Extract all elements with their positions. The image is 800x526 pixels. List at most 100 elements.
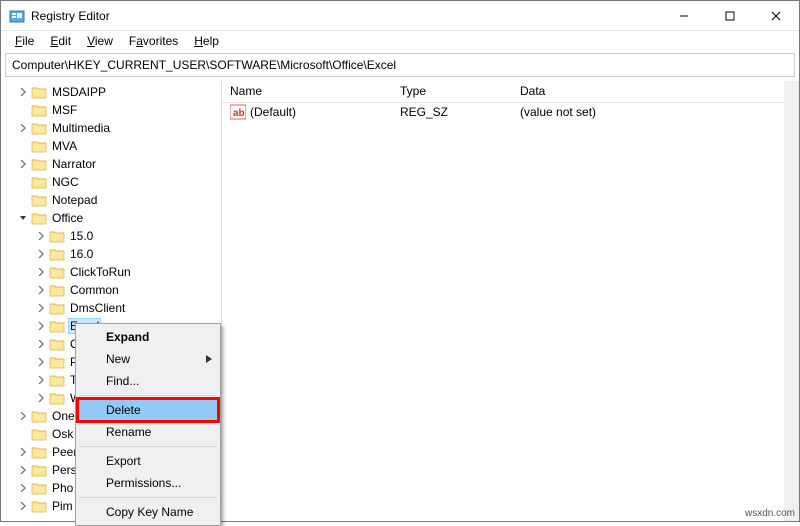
chevron-right-icon[interactable] [35,320,47,332]
col-name[interactable]: Name [222,81,392,102]
values-panel: Name Type Data ab(Default)REG_SZ(value n… [222,81,799,521]
value-row[interactable]: ab(Default)REG_SZ(value not set) [222,103,799,121]
address-input[interactable] [6,56,794,74]
window-title: Registry Editor [31,9,661,23]
maximize-button[interactable] [707,1,753,30]
context-export[interactable]: Export [78,450,218,472]
tree-item-label: MVA [50,138,79,154]
folder-icon [31,139,47,153]
context-expand[interactable]: Expand [78,326,218,348]
tree-item-dmsclient[interactable]: DmsClient [7,299,221,317]
chevron-right-icon[interactable] [17,158,29,170]
tree-item-label: Pho [50,480,75,496]
registry-editor-window: Registry Editor File Edit View Favorites… [0,0,800,522]
folder-icon [49,301,65,315]
folder-icon [31,211,47,225]
chevron-right-icon[interactable] [35,248,47,260]
menu-favorites[interactable]: Favorites [121,32,186,50]
value-data: (value not set) [512,105,799,119]
chevron-right-icon[interactable] [17,446,29,458]
menu-edit[interactable]: Edit [42,32,79,50]
chevron-right-icon[interactable] [35,266,47,278]
tree-item-notepad[interactable]: Notepad [7,191,221,209]
tree-item-ngc[interactable]: NGC [7,173,221,191]
folder-icon [49,247,65,261]
tree-item-label: Osk [50,426,75,442]
context-menu: Expand New Find... Delete Rename Export Permis… [75,323,221,526]
context-separator [79,497,217,498]
menu-view[interactable]: View [79,32,121,50]
tree-item-common[interactable]: Common [7,281,221,299]
app-icon [9,8,25,24]
tree-item-label: ClickToRun [68,264,133,280]
menu-file[interactable]: File [7,32,42,50]
context-item-label: Permissions... [106,476,181,490]
folder-icon [31,445,47,459]
col-type[interactable]: Type [392,81,512,102]
tree-item-office[interactable]: Office [7,209,221,227]
tree-item-15-0[interactable]: 15.0 [7,227,221,245]
chevron-right-icon[interactable] [35,356,47,368]
folder-icon [31,409,47,423]
context-item-label: Rename [106,425,151,439]
chevron-right-icon[interactable] [17,482,29,494]
submenu-arrow-icon [206,352,212,366]
chevron-right-icon[interactable] [35,302,47,314]
twisty-none [17,428,29,440]
folder-icon [49,265,65,279]
folder-icon [31,499,47,513]
tree-item-label: Narrator [50,156,98,172]
context-new[interactable]: New [78,348,218,370]
chevron-right-icon[interactable] [17,86,29,98]
close-button[interactable] [753,1,799,30]
context-find[interactable]: Find... [78,370,218,392]
folder-icon [31,481,47,495]
tree-item-label: DmsClient [68,300,127,316]
chevron-right-icon[interactable] [17,464,29,476]
folder-icon [31,175,47,189]
context-delete[interactable]: Delete [78,399,218,421]
chevron-right-icon[interactable] [35,374,47,386]
folder-icon [49,229,65,243]
context-separator [79,395,217,396]
folder-icon [49,337,65,351]
chevron-down-icon[interactable] [17,212,29,224]
chevron-right-icon[interactable] [17,410,29,422]
tree-item-label: One [50,408,77,424]
scrollbar-vertical[interactable] [784,81,799,521]
folder-icon [49,391,65,405]
address-bar [5,53,795,77]
context-item-label: New [106,352,130,366]
chevron-right-icon[interactable] [17,122,29,134]
twisty-none [17,104,29,116]
folder-icon [31,463,47,477]
menu-help[interactable]: Help [186,32,227,50]
tree-item-multimedia[interactable]: Multimedia [7,119,221,137]
watermark: wsxdn.com [745,508,795,519]
tree-item-mva[interactable]: MVA [7,137,221,155]
tree-item-label: 16.0 [68,246,95,262]
col-data[interactable]: Data [512,81,799,102]
folder-icon [49,319,65,333]
context-separator [79,446,217,447]
chevron-right-icon[interactable] [35,230,47,242]
tree-item-16-0[interactable]: 16.0 [7,245,221,263]
tree-item-clicktorun[interactable]: ClickToRun [7,263,221,281]
chevron-right-icon[interactable] [17,500,29,512]
tree-item-msdaipp[interactable]: MSDAIPP [7,83,221,101]
folder-icon [49,283,65,297]
context-rename[interactable]: Rename [78,421,218,443]
list-body[interactable]: ab(Default)REG_SZ(value not set) [222,103,799,521]
chevron-right-icon[interactable] [35,338,47,350]
context-copy-key-name[interactable]: Copy Key Name [78,501,218,523]
minimize-button[interactable] [661,1,707,30]
folder-icon [49,355,65,369]
context-item-label: Expand [106,330,149,344]
twisty-none [17,194,29,206]
tree-item-msf[interactable]: MSF [7,101,221,119]
tree-item-narrator[interactable]: Narrator [7,155,221,173]
context-permissions[interactable]: Permissions... [78,472,218,494]
context-item-label: Copy Key Name [106,505,193,519]
chevron-right-icon[interactable] [35,392,47,404]
chevron-right-icon[interactable] [35,284,47,296]
